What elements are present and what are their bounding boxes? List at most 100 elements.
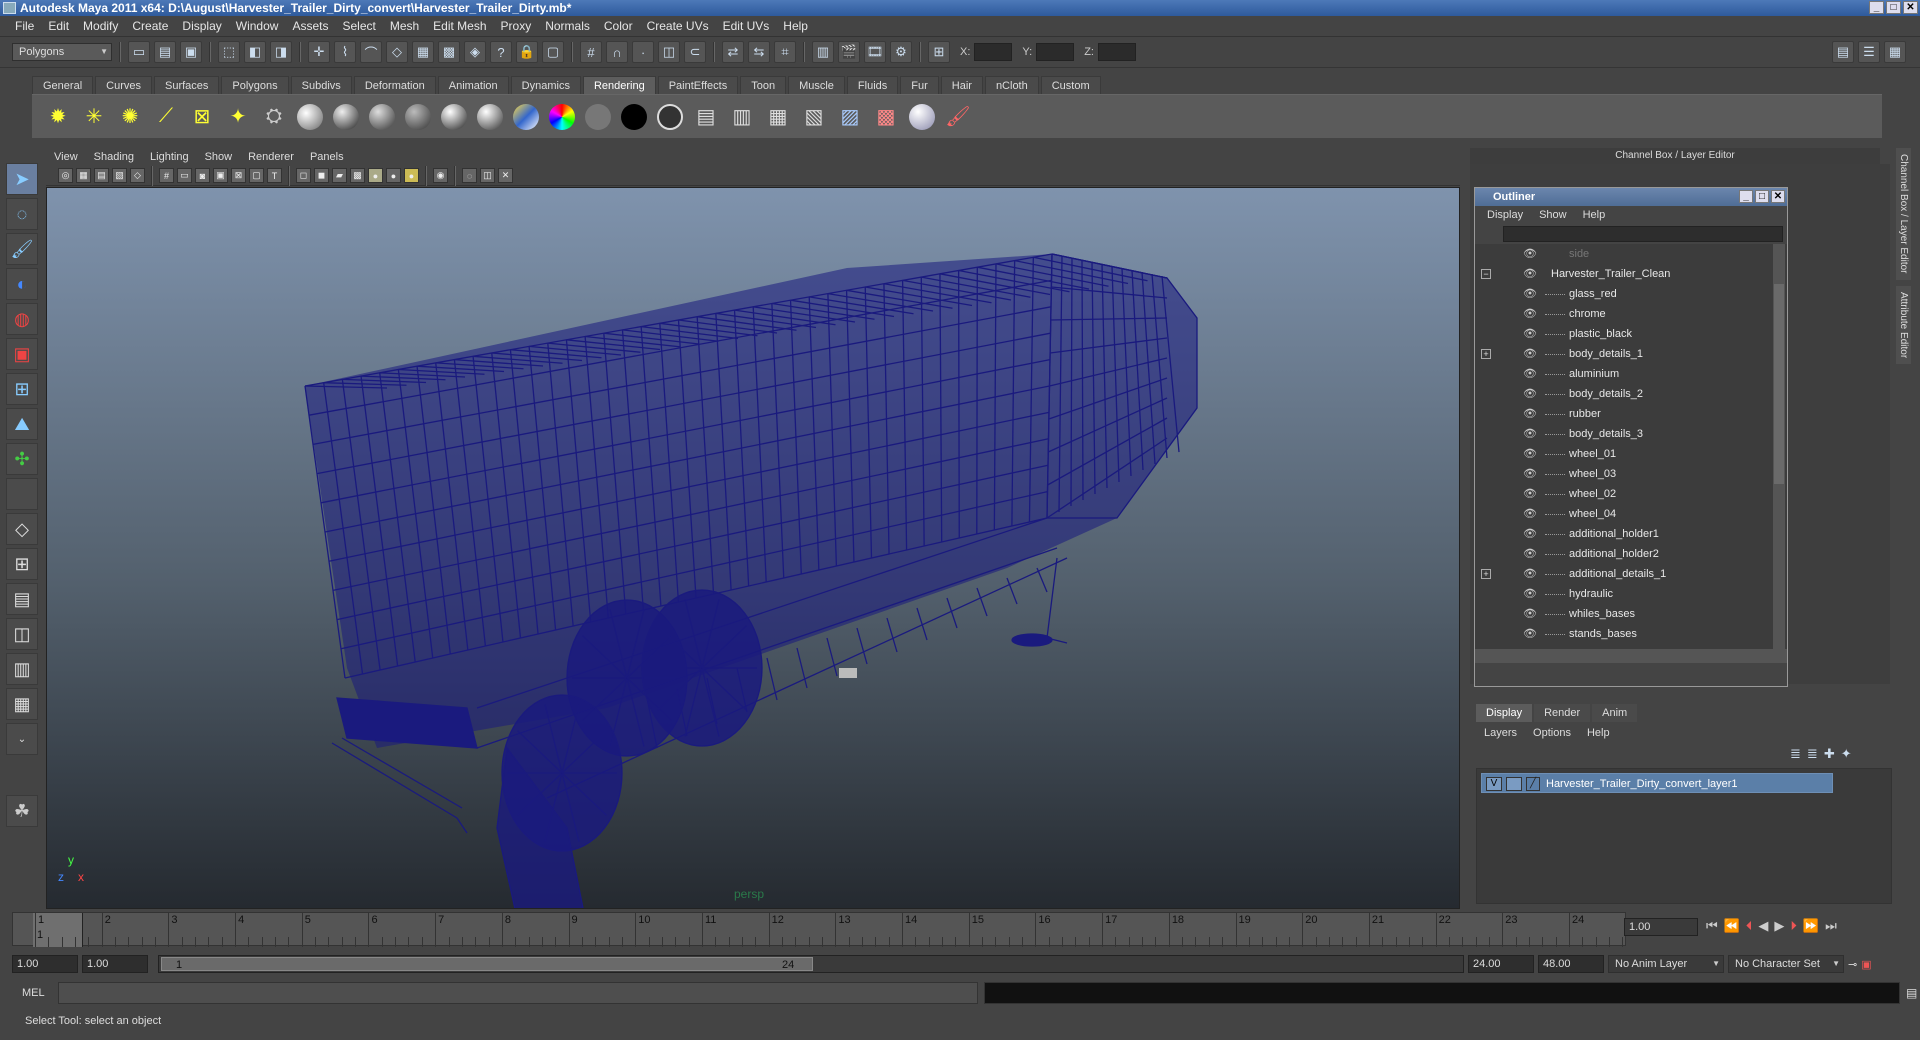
snap-to-points-icon[interactable]: ∙	[632, 41, 654, 63]
select-by-component-icon[interactable]: ◨	[270, 41, 292, 63]
play-forwards-icon[interactable]: ▶	[1774, 918, 1784, 934]
layer-tab-render[interactable]: Render	[1534, 704, 1591, 722]
mask-dynamics-icon[interactable]: ▩	[438, 41, 460, 63]
field-chart-icon[interactable]: ⊠	[231, 168, 246, 183]
viewport-menu-view[interactable]: View	[46, 148, 86, 166]
viewport-menu-lighting[interactable]: Lighting	[142, 148, 197, 166]
viewport-menu-renderer[interactable]: Renderer	[240, 148, 302, 166]
material-sphere-icon[interactable]	[906, 101, 938, 133]
more-layouts-icon[interactable]: ⌄	[6, 723, 38, 755]
script-editor-icon[interactable]: ▤	[1906, 986, 1917, 1000]
outliner-item-whiles-bases[interactable]: 👁 whiles_bases	[1475, 604, 1787, 624]
menu-edit[interactable]: Edit	[41, 16, 76, 37]
menu-create[interactable]: Create	[125, 16, 175, 37]
render-frame-icon[interactable]: 🎬	[838, 41, 860, 63]
shelf-tab-fluids[interactable]: Fluids	[846, 76, 899, 94]
outliner-item-chrome[interactable]: 👁 chrome	[1475, 304, 1787, 324]
viewport-menu-show[interactable]: Show	[197, 148, 241, 166]
menu-normals[interactable]: Normals	[538, 16, 597, 37]
viewport-menu-panels[interactable]: Panels	[302, 148, 352, 166]
shelf-tab-animation[interactable]: Animation	[437, 76, 509, 94]
history-icon[interactable]: ⌗	[774, 41, 796, 63]
perspective-viewport[interactable]	[46, 187, 1460, 909]
menu-assets[interactable]: Assets	[285, 16, 335, 37]
show-manipulator-icon[interactable]: ✣	[6, 443, 38, 475]
mask-rendering-icon[interactable]: ◈	[464, 41, 486, 63]
snap-to-view-planes-icon[interactable]: ◫	[658, 41, 680, 63]
xray-icon[interactable]: ◌	[462, 168, 477, 183]
character-set-dropdown[interactable]: No Character Set	[1728, 955, 1844, 973]
shelf-tab-toon[interactable]: Toon	[740, 76, 787, 94]
open-scene-icon[interactable]: ▤	[154, 41, 176, 63]
phong-material-icon[interactable]	[438, 101, 470, 133]
outliner-item-additional-holder1[interactable]: 👁 additional_holder1	[1475, 524, 1787, 544]
surface-shader-icon[interactable]	[582, 101, 614, 133]
move-layer-up-icon[interactable]: ≣	[1790, 746, 1801, 762]
rotate-tool-icon[interactable]: ◍	[6, 303, 38, 335]
outliner-item-additional-details-1[interactable]: + 👁 additional_details_1	[1475, 564, 1787, 584]
move-tool-icon[interactable]: ◐	[6, 268, 38, 300]
hypershade-layout-icon[interactable]: ▥	[6, 653, 38, 685]
shelf-tab-subdivs[interactable]: Subdivs	[290, 76, 352, 94]
flat-shade-icon[interactable]: ▰	[332, 168, 347, 183]
hypershade-icon[interactable]: ▤	[690, 101, 722, 133]
shadows-icon[interactable]: ●	[386, 168, 401, 183]
shelf-tab-general[interactable]: General	[32, 76, 94, 94]
outliner-item-wheel-02[interactable]: 👁 wheel_02	[1475, 484, 1787, 504]
mask-deformations-icon[interactable]: ▦	[412, 41, 434, 63]
shelf-tab-ncloth[interactable]: nCloth	[984, 76, 1039, 94]
anisotropic-material-icon[interactable]	[330, 101, 362, 133]
texture-icon[interactable]: ▩	[350, 168, 365, 183]
shelf-tab-hair[interactable]: Hair	[940, 76, 983, 94]
outliner-item-glass-red[interactable]: 👁 glass_red	[1475, 284, 1787, 304]
absolute-transform-icon[interactable]: ⊞	[928, 41, 950, 63]
menu-edit-mesh[interactable]: Edit Mesh	[426, 16, 493, 37]
time-slider[interactable]: 1 1 2 3 4 5 6 7 8 9 10 11 12 13 14 15 16 17 18 19 20 21 22 23 24	[12, 912, 1626, 947]
render-view-shelf-icon[interactable]: ▧	[798, 101, 830, 133]
menu-window[interactable]: Window	[229, 16, 286, 37]
ipr-render-icon[interactable]: 🎞	[864, 41, 886, 63]
menu-display[interactable]: Display	[175, 16, 228, 37]
film-gate-icon[interactable]: ▭	[177, 168, 192, 183]
outliner-item-body-details-2[interactable]: 👁 body_details_2	[1475, 384, 1787, 404]
layered-shader-icon[interactable]	[546, 101, 578, 133]
anim-layer-dropdown[interactable]: No Anim Layer	[1608, 955, 1724, 973]
step-back-key-icon[interactable]: ⏴	[1746, 918, 1753, 934]
layer-visibility-toggle[interactable]: V	[1486, 777, 1502, 791]
current-time-field[interactable]: 1.00	[1624, 918, 1698, 936]
gate-mask-icon[interactable]: ▣	[213, 168, 228, 183]
outliner-item-body-details-1[interactable]: + 👁 body_details_1	[1475, 344, 1787, 364]
outliner-maximize-button[interactable]: □	[1755, 190, 1769, 203]
select-camera-icon[interactable]: ◎	[58, 168, 73, 183]
xray-joints-icon[interactable]: ◫	[480, 168, 495, 183]
side-tab-attribute-editor[interactable]: Attribute Editor	[1896, 285, 1911, 364]
mask-handles-icon[interactable]: ✛	[308, 41, 330, 63]
show-channel-box-icon[interactable]: ▦	[1884, 41, 1906, 63]
render-layer-icon[interactable]: ▩	[870, 101, 902, 133]
select-tool-icon[interactable]: ➤	[6, 163, 38, 195]
outliner-vertical-scrollbar[interactable]	[1773, 244, 1785, 649]
new-scene-icon[interactable]: ▭	[128, 41, 150, 63]
phongE-material-icon[interactable]	[474, 101, 506, 133]
step-back-frame-icon[interactable]: ⏪	[1724, 918, 1740, 934]
volume-light-icon[interactable]: ✦	[222, 101, 254, 133]
menu-proxy[interactable]: Proxy	[494, 16, 539, 37]
shelf-tab-custom[interactable]: Custom	[1040, 76, 1101, 94]
playback-end-field[interactable]: 24.00	[1468, 955, 1534, 973]
command-input[interactable]	[58, 982, 978, 1004]
point-light-icon[interactable]: ✺	[114, 101, 146, 133]
persp-outliner-layout-icon[interactable]: ▤	[6, 583, 38, 615]
layer-tab-anim[interactable]: Anim	[1592, 704, 1638, 722]
animation-end-field[interactable]: 48.00	[1538, 955, 1604, 973]
hud-icon[interactable]: ✕	[498, 168, 513, 183]
mask-misc-icon[interactable]: ?	[490, 41, 512, 63]
select-by-hierarchy-icon[interactable]: ⬚	[218, 41, 240, 63]
graph-editor-layout-icon[interactable]: ▦	[6, 688, 38, 720]
grid-icon[interactable]: #	[159, 168, 174, 183]
outliner-item-rubber[interactable]: 👁 rubber	[1475, 404, 1787, 424]
maya-app-icon[interactable]	[3, 2, 16, 14]
mask-curves-icon[interactable]: ⌒	[360, 41, 382, 63]
move-layer-down-icon[interactable]: ≣	[1807, 746, 1818, 762]
spot-light-icon[interactable]: ⟋	[150, 101, 182, 133]
step-forward-key-icon[interactable]: ⏵	[1790, 918, 1797, 934]
